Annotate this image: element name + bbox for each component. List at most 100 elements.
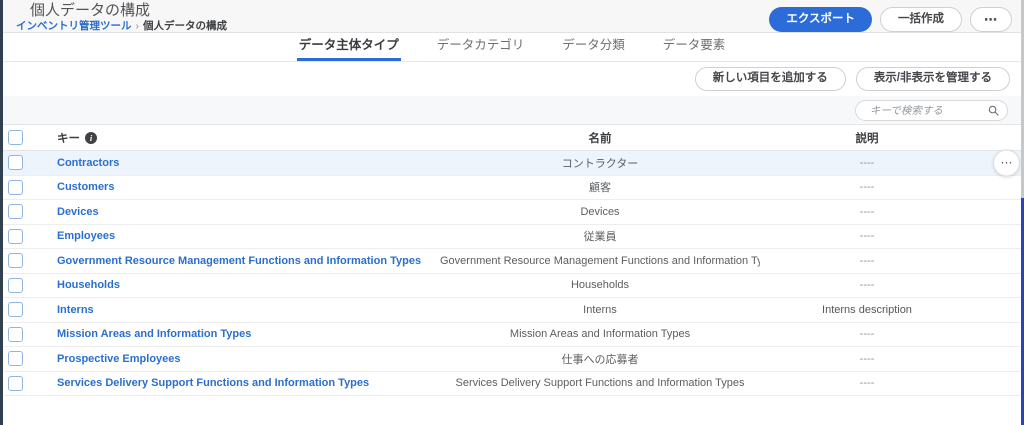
table-body: Contractors コントラクター ---- ⋯ Customers 顧客 … bbox=[0, 151, 1024, 396]
row-name: Interns bbox=[440, 304, 760, 316]
row-key-cell: Prospective Employees bbox=[40, 353, 440, 365]
row-key-link[interactable]: Devices bbox=[57, 206, 99, 218]
row-checkbox[interactable] bbox=[8, 302, 23, 317]
data-table: キー i 名前 説明 Contractors コントラクター ---- ⋯ Cu… bbox=[0, 125, 1024, 396]
header-actions: エクスポート 一括作成 ⋯ bbox=[769, 7, 1012, 32]
row-description: ---- bbox=[760, 328, 1024, 340]
table-row[interactable]: Government Resource Management Functions… bbox=[0, 249, 1024, 274]
row-key-cell: Interns bbox=[40, 304, 440, 316]
breadcrumb-separator: › bbox=[136, 20, 140, 32]
row-key-link[interactable]: Employees bbox=[57, 230, 115, 242]
add-item-button[interactable]: 新しい項目を追加する bbox=[695, 67, 846, 91]
tab-data-categories[interactable]: データカテゴリ bbox=[435, 34, 527, 61]
row-checkbox[interactable] bbox=[8, 229, 23, 244]
ellipsis-icon: ⋯ bbox=[1001, 157, 1013, 169]
row-description: ---- bbox=[760, 255, 1024, 267]
row-name: Mission Areas and Information Types bbox=[440, 328, 760, 340]
row-name: コントラクター bbox=[440, 155, 760, 171]
row-description: ---- bbox=[760, 157, 1024, 169]
row-description: ---- bbox=[760, 377, 1024, 389]
row-checkbox-cell bbox=[0, 302, 40, 317]
search-box[interactable] bbox=[855, 100, 1008, 121]
toolbar: 新しい項目を追加する 表示/非表示を管理する bbox=[0, 62, 1024, 96]
row-checkbox[interactable] bbox=[8, 278, 23, 293]
table-header-row: キー i 名前 説明 bbox=[0, 125, 1024, 151]
table-row[interactable]: Interns Interns Interns description bbox=[0, 298, 1024, 323]
page-header: 個人データの構成 インベントリ管理ツール›個人データの構成 エクスポート 一括作… bbox=[0, 0, 1024, 33]
table-row[interactable]: Contractors コントラクター ---- ⋯ bbox=[0, 151, 1024, 176]
row-description: Interns description bbox=[760, 304, 1024, 316]
table-row[interactable]: Services Delivery Support Functions and … bbox=[0, 372, 1024, 397]
row-name: Services Delivery Support Functions and … bbox=[440, 377, 760, 389]
tab-bar: データ主体タイプ データカテゴリ データ分類 データ要素 bbox=[0, 33, 1024, 62]
manage-visibility-button[interactable]: 表示/非表示を管理する bbox=[856, 67, 1010, 91]
tab-data-classifications[interactable]: データ分類 bbox=[560, 34, 627, 61]
row-key-cell: Contractors bbox=[40, 157, 440, 169]
breadcrumb: インベントリ管理ツール›個人データの構成 bbox=[16, 20, 227, 32]
column-header-key-label: キー bbox=[57, 130, 80, 146]
table-row[interactable]: Households Households ---- bbox=[0, 274, 1024, 299]
row-checkbox[interactable] bbox=[8, 351, 23, 366]
table-row[interactable]: Devices Devices ---- bbox=[0, 200, 1024, 225]
row-key-link[interactable]: Interns bbox=[57, 304, 94, 316]
row-key-link[interactable]: Contractors bbox=[57, 157, 119, 169]
export-button[interactable]: エクスポート bbox=[769, 7, 872, 32]
row-checkbox-cell bbox=[0, 327, 40, 342]
table-row[interactable]: Employees 従業員 ---- bbox=[0, 225, 1024, 250]
select-all-checkbox[interactable] bbox=[8, 130, 23, 145]
row-key-cell: Customers bbox=[40, 181, 440, 193]
row-checkbox-cell bbox=[0, 180, 40, 195]
table-row[interactable]: Customers 顧客 ---- bbox=[0, 176, 1024, 201]
row-checkbox-cell bbox=[0, 229, 40, 244]
tab-data-elements[interactable]: データ要素 bbox=[661, 34, 728, 61]
row-name: 従業員 bbox=[440, 228, 760, 244]
row-key-cell: Services Delivery Support Functions and … bbox=[40, 377, 440, 389]
row-key-link[interactable]: Services Delivery Support Functions and … bbox=[57, 377, 369, 389]
search-icon bbox=[988, 105, 999, 116]
row-checkbox[interactable] bbox=[8, 253, 23, 268]
bulk-create-button[interactable]: 一括作成 bbox=[880, 7, 962, 32]
row-key-cell: Employees bbox=[40, 230, 440, 242]
row-key-cell: Government Resource Management Functions… bbox=[40, 255, 440, 267]
row-checkbox-cell bbox=[0, 253, 40, 268]
search-band bbox=[0, 96, 1024, 125]
row-checkbox[interactable] bbox=[8, 180, 23, 195]
column-header-description: 説明 bbox=[760, 130, 1024, 146]
row-checkbox-cell bbox=[0, 155, 40, 170]
tab-data-subject-types[interactable]: データ主体タイプ bbox=[297, 34, 401, 61]
row-key-link[interactable]: Households bbox=[57, 279, 120, 291]
breadcrumb-link-inventory[interactable]: インベントリ管理ツール bbox=[16, 20, 132, 32]
row-name: Devices bbox=[440, 206, 760, 218]
row-checkbox-cell bbox=[0, 376, 40, 391]
row-description: ---- bbox=[760, 230, 1024, 242]
row-checkbox[interactable] bbox=[8, 155, 23, 170]
row-key-cell: Devices bbox=[40, 206, 440, 218]
row-description: ---- bbox=[760, 206, 1024, 218]
row-key-cell: Mission Areas and Information Types bbox=[40, 328, 440, 340]
row-name: 顧客 bbox=[440, 179, 760, 195]
row-checkbox[interactable] bbox=[8, 376, 23, 391]
row-key-link[interactable]: Mission Areas and Information Types bbox=[57, 328, 251, 340]
row-name: Government Resource Management Functions… bbox=[440, 255, 760, 267]
page-title: 個人データの構成 bbox=[30, 2, 227, 19]
row-actions-button[interactable]: ⋯ bbox=[993, 149, 1020, 176]
row-checkbox[interactable] bbox=[8, 327, 23, 342]
search-input[interactable] bbox=[868, 104, 988, 118]
table-row[interactable]: Mission Areas and Information Types Miss… bbox=[0, 323, 1024, 348]
more-options-button[interactable]: ⋯ bbox=[970, 7, 1012, 32]
column-header-key: キー i bbox=[40, 130, 440, 146]
header-checkbox-cell bbox=[0, 130, 40, 145]
row-checkbox[interactable] bbox=[8, 204, 23, 219]
row-name: Households bbox=[440, 279, 760, 291]
ellipsis-icon: ⋯ bbox=[984, 12, 998, 27]
row-key-link[interactable]: Government Resource Management Functions… bbox=[57, 255, 421, 267]
row-checkbox-cell bbox=[0, 204, 40, 219]
row-key-cell: Households bbox=[40, 279, 440, 291]
row-checkbox-cell bbox=[0, 351, 40, 366]
row-key-link[interactable]: Prospective Employees bbox=[57, 353, 181, 365]
row-key-link[interactable]: Customers bbox=[57, 181, 114, 193]
table-row[interactable]: Prospective Employees 仕事への応募者 ---- bbox=[0, 347, 1024, 372]
row-name: 仕事への応募者 bbox=[440, 351, 760, 367]
row-description: ---- bbox=[760, 353, 1024, 365]
info-icon[interactable]: i bbox=[85, 132, 97, 144]
